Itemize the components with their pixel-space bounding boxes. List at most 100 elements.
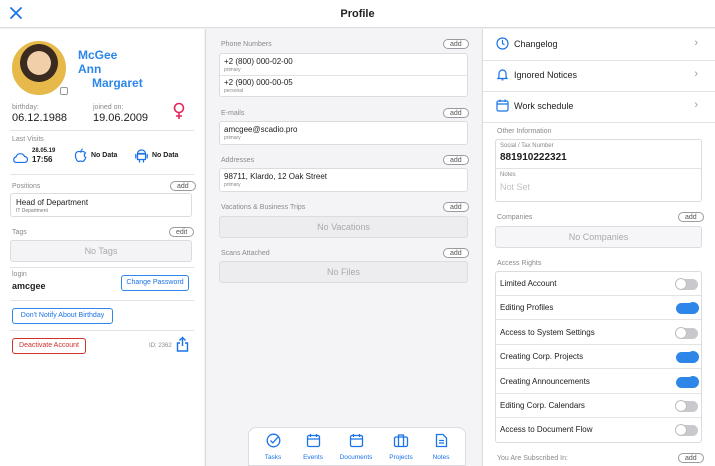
work-schedule-row[interactable]: Work schedule ›: [483, 91, 715, 122]
other-info-card: Social / Tax Number 881910222321 Notes N…: [495, 139, 702, 202]
access-right-row: Limited Account: [496, 272, 701, 296]
companies-empty: No Companies: [495, 226, 702, 248]
address-type: primary: [224, 182, 241, 188]
notes-icon: [435, 433, 447, 448]
bell-icon: [496, 69, 509, 81]
add-scan-button[interactable]: add: [443, 248, 469, 258]
access-rights-list: Limited Account Editing Profiles Access …: [495, 271, 702, 443]
first-name: McGee: [78, 48, 118, 62]
tab-label: Tasks: [264, 454, 282, 461]
divider: [483, 122, 715, 123]
dont-notify-birthday-button[interactable]: Don't Notify About Birthday: [12, 308, 113, 324]
ignored-notices-row[interactable]: Ignored Notices ›: [483, 60, 715, 91]
position-card[interactable]: Head of Department IT Department: [10, 193, 192, 217]
add-position-button[interactable]: add: [170, 181, 196, 191]
announcements-toggle[interactable]: [676, 376, 699, 388]
scans-label: Scans Attached: [221, 250, 270, 257]
access-right-row: Creating Corp. Projects: [496, 345, 701, 369]
tasks-icon: [266, 433, 280, 448]
email-value: amcgee@scadio.pro: [224, 125, 298, 134]
add-subscription-button[interactable]: add: [678, 453, 704, 463]
work-schedule-label: Work schedule: [514, 101, 574, 111]
changelog-row[interactable]: Changelog ›: [483, 29, 715, 60]
chevron-right-icon: ›: [694, 68, 698, 80]
deactivate-account-button[interactable]: Deactivate Account: [12, 338, 86, 354]
login-label: login: [12, 271, 27, 278]
access-right-row: Editing Corp. Calendars: [496, 394, 701, 418]
scans-empty: No Files: [219, 261, 468, 283]
avatar-link-icon[interactable]: [60, 87, 68, 95]
access-right-label: Limited Account: [500, 279, 557, 288]
female-icon: [172, 102, 186, 120]
email-card[interactable]: amcgee@scadio.pro primary: [219, 121, 468, 145]
profile-column: McGee Ann Margaret birthday: 06.12.1988 …: [0, 29, 204, 466]
edit-tags-button[interactable]: edit: [169, 227, 195, 237]
corp-calendars-toggle[interactable]: [675, 400, 698, 412]
account-id: ID: 2362: [149, 343, 172, 349]
visit-ios: No Data: [91, 152, 118, 159]
tab-events[interactable]: Events: [297, 433, 329, 461]
vacations-empty: No Vacations: [219, 216, 468, 238]
tax-value[interactable]: 881910222321: [500, 152, 567, 163]
access-right-row: Access to System Settings: [496, 321, 701, 345]
contacts-column: Phone Numbers add +2 (800) 000-02-00 pri…: [206, 29, 481, 466]
calendar-icon: [496, 99, 509, 112]
notes-label: Notes: [500, 172, 516, 178]
add-email-button[interactable]: add: [443, 108, 469, 118]
add-address-button[interactable]: add: [443, 155, 469, 165]
editing-profiles-toggle[interactable]: [676, 302, 699, 314]
documents-calendar-icon: [349, 434, 363, 448]
tab-projects[interactable]: Projects: [385, 433, 417, 461]
access-right-row: Editing Profiles: [496, 296, 701, 320]
visit-android: No Data: [152, 152, 179, 159]
middle-name: Ann: [78, 62, 102, 76]
chevron-right-icon: ›: [694, 99, 698, 111]
address-value: 98711, Klardo, 12 Oak Street: [224, 172, 328, 181]
changelog-label: Changelog: [514, 39, 558, 49]
visit-time: 17:56: [32, 155, 53, 164]
corp-projects-toggle[interactable]: [676, 351, 699, 363]
access-right-row: Creating Announcements: [496, 370, 701, 394]
tab-label: Projects: [389, 454, 413, 461]
last-visits-label: Last Visits: [12, 136, 44, 143]
tab-tasks[interactable]: Tasks: [257, 433, 289, 461]
tab-notes[interactable]: Notes: [425, 433, 457, 461]
avatar[interactable]: [12, 41, 66, 95]
emails-label: E-mails: [221, 110, 245, 117]
clock-icon: [496, 37, 509, 50]
birthday-label: birthday:: [12, 104, 39, 111]
tab-documents[interactable]: Documents: [335, 433, 377, 461]
change-password-button[interactable]: Change Password: [121, 275, 189, 291]
document-flow-toggle[interactable]: [675, 424, 698, 436]
add-phone-button[interactable]: add: [443, 39, 469, 49]
phone-number[interactable]: +2 (800) 000-02-00: [224, 57, 293, 66]
addresses-label: Addresses: [221, 157, 255, 164]
phone-number[interactable]: +2 (900) 000-00-05: [224, 78, 293, 87]
system-settings-toggle[interactable]: [675, 327, 698, 339]
divider: [10, 174, 194, 175]
android-icon: [135, 148, 148, 168]
visit-date: 28.05.19: [32, 148, 56, 154]
address-card[interactable]: 98711, Klardo, 12 Oak Street primary: [219, 168, 468, 192]
other-info-label: Other Information: [497, 128, 552, 135]
briefcase-icon: [393, 434, 409, 448]
phone-type: primary: [224, 67, 241, 73]
add-company-button[interactable]: add: [678, 212, 704, 222]
tab-label: Events: [303, 454, 323, 461]
tab-bar: Tasks Events Documents Projects Notes: [248, 427, 466, 466]
notes-value[interactable]: Not Set: [500, 182, 530, 192]
access-right-label: Access to System Settings: [500, 328, 595, 337]
joined-value: 19.06.2009: [93, 112, 149, 124]
tax-label: Social / Tax Number: [500, 143, 554, 149]
tags-empty: No Tags: [10, 240, 192, 262]
access-right-label: Creating Corp. Projects: [500, 352, 584, 361]
access-right-label: Creating Announcements: [500, 377, 590, 386]
divider: [220, 75, 467, 76]
divider: [10, 130, 194, 131]
settings-column: Changelog › Ignored Notices › Work sched…: [483, 29, 715, 466]
share-icon[interactable]: [176, 336, 189, 357]
position-title: Head of Department: [16, 198, 89, 207]
add-vacation-button[interactable]: add: [443, 202, 469, 212]
cloud-icon: [12, 150, 29, 168]
limited-account-toggle[interactable]: [675, 278, 698, 290]
